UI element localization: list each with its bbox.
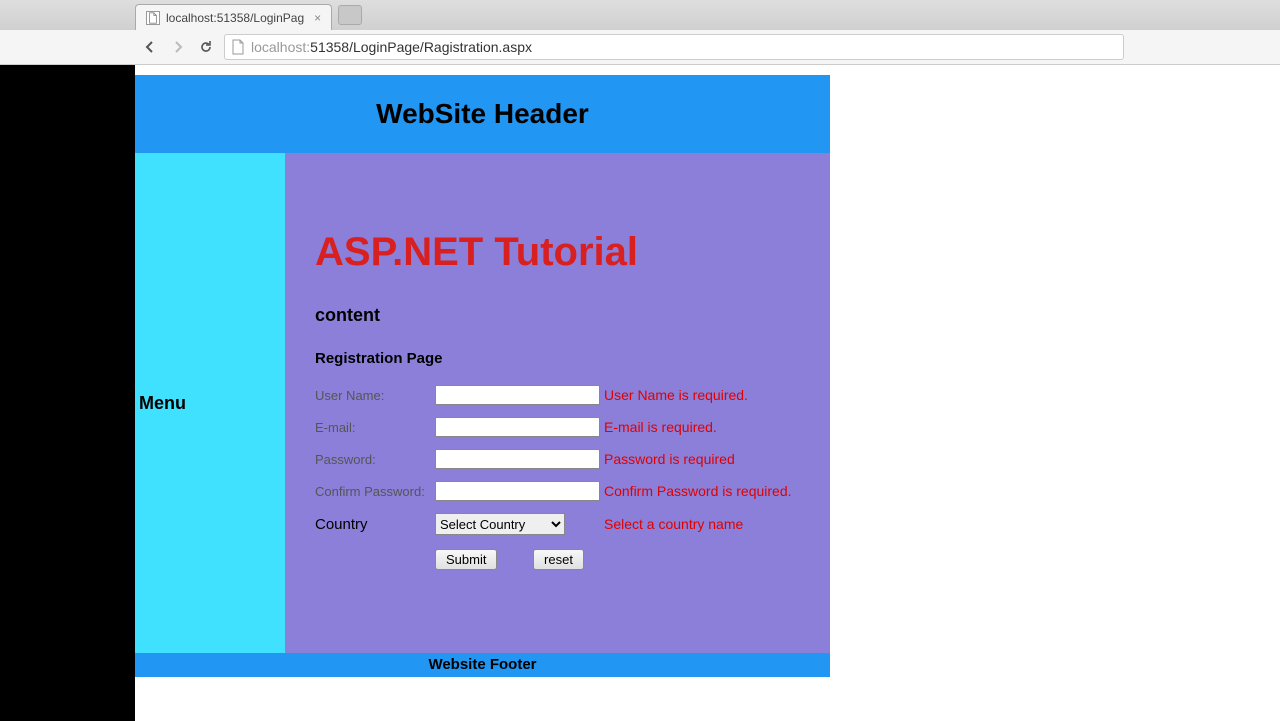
country-error: Select a country name	[604, 507, 796, 541]
confirm-password-label: Confirm Password:	[315, 475, 435, 507]
registration-title: Registration Page	[315, 350, 800, 367]
reset-button[interactable]: reset	[533, 549, 584, 570]
file-icon	[146, 11, 160, 25]
username-label: User Name:	[315, 379, 435, 411]
content-area: ASP.NET Tutorial content Registration Pa…	[285, 153, 830, 653]
site-layout: WebSite Header Menu ASP.NET Tutorial con…	[135, 75, 830, 677]
confirm-password-error: Confirm Password is required.	[604, 475, 796, 507]
registration-form: User Name: User Name is required. E-mail…	[315, 379, 796, 576]
browser-tab[interactable]: localhost:51358/LoginPag ×	[135, 4, 332, 30]
password-error: Password is required	[604, 443, 796, 475]
site-footer: Website Footer	[135, 653, 830, 677]
country-select[interactable]: Select Country	[435, 513, 565, 535]
browser-chrome: localhost:51358/LoginPag × localhost:513…	[0, 0, 1280, 65]
reload-button[interactable]	[196, 37, 216, 57]
tab-bar: localhost:51358/LoginPag ×	[0, 0, 1280, 30]
menu-label: Menu	[139, 393, 281, 414]
site-header: WebSite Header	[135, 75, 830, 153]
tab-title: localhost:51358/LoginPag	[166, 11, 304, 25]
content-label: content	[315, 305, 800, 326]
country-label: Country	[315, 507, 435, 541]
email-error: E-mail is required.	[604, 411, 796, 443]
site-header-title: WebSite Header	[135, 98, 830, 130]
email-input[interactable]	[435, 417, 600, 437]
back-button[interactable]	[140, 37, 160, 57]
footer-text: Website Footer	[428, 656, 536, 673]
new-tab-button[interactable]	[338, 5, 362, 25]
forward-button[interactable]	[168, 37, 188, 57]
close-icon[interactable]: ×	[314, 11, 321, 25]
username-input[interactable]	[435, 385, 600, 405]
page-icon	[231, 39, 245, 55]
nav-bar: localhost:51358/LoginPage/Ragistration.a…	[0, 30, 1280, 64]
email-label: E-mail:	[315, 411, 435, 443]
confirm-password-input[interactable]	[435, 481, 600, 501]
username-error: User Name is required.	[604, 379, 796, 411]
submit-button[interactable]: Submit	[435, 549, 497, 570]
url-text: localhost:51358/LoginPage/Ragistration.a…	[251, 39, 532, 55]
password-input[interactable]	[435, 449, 600, 469]
viewport: WebSite Header Menu ASP.NET Tutorial con…	[0, 65, 1280, 721]
tutorial-title: ASP.NET Tutorial	[315, 230, 800, 275]
password-label: Password:	[315, 443, 435, 475]
page-content: WebSite Header Menu ASP.NET Tutorial con…	[135, 65, 1280, 721]
menu-sidebar: Menu	[135, 153, 285, 653]
url-bar[interactable]: localhost:51358/LoginPage/Ragistration.a…	[224, 34, 1124, 60]
